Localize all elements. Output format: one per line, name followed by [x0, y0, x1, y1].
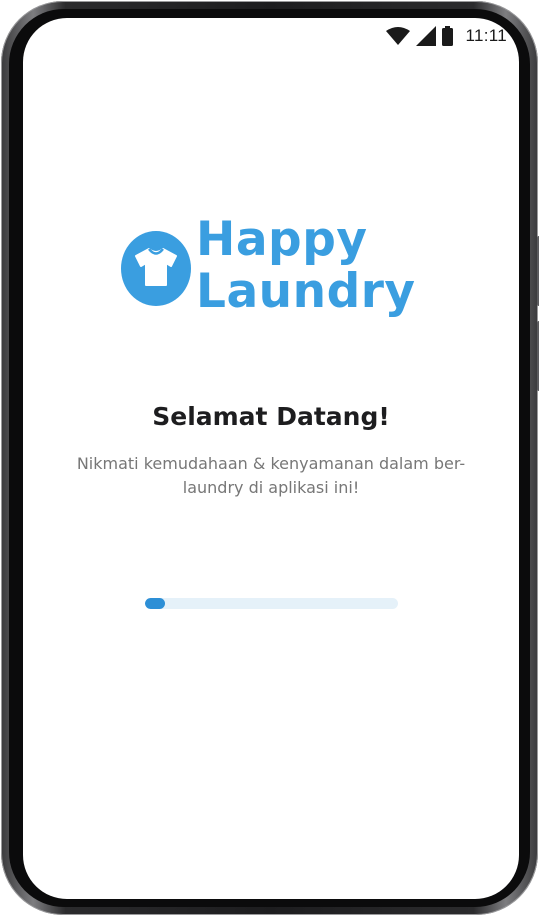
- status-bar: 11:11: [386, 24, 507, 48]
- app-logo: Happy Laundry: [121, 214, 421, 333]
- phone-screen: 11:11 Happy Laundry Selamat Datang! Nikm…: [23, 18, 519, 899]
- welcome-subtitle: Nikmati kemudahaan & kenyamanan dalam be…: [76, 454, 466, 497]
- logo-badge: [121, 231, 191, 306]
- loading-progress-bar: [145, 598, 398, 609]
- device-stage: 11:11 Happy Laundry Selamat Datang! Nikm…: [0, 0, 539, 916]
- logo-text-line2: Laundry: [196, 264, 416, 319]
- logo-wordmark: Happy Laundry: [196, 214, 416, 318]
- status-time: 11:11: [465, 26, 507, 45]
- wifi-icon: [386, 27, 411, 45]
- logo-text-line1: Happy: [196, 212, 368, 267]
- phone-frame: 11:11 Happy Laundry Selamat Datang! Nikm…: [1, 1, 539, 915]
- loading-progress-fill: [145, 598, 166, 609]
- welcome-title: Selamat Datang!: [152, 402, 390, 431]
- battery-icon: [442, 26, 454, 46]
- cellular-signal-icon: [416, 26, 437, 46]
